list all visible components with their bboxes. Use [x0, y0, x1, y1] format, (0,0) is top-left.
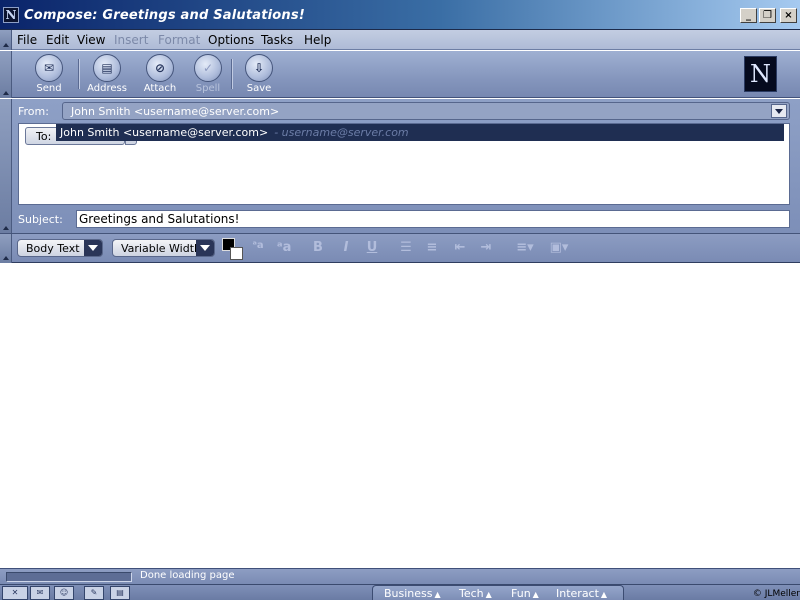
decrease-font-icon[interactable]: ᵃa	[248, 240, 268, 258]
address-panel: From: John Smith <username@server.com> T…	[0, 99, 800, 233]
from-dropdown-option[interactable]: John Smith <username@server.com> - userna…	[56, 124, 784, 141]
tab-fun[interactable]: Fun ▲	[511, 587, 539, 600]
menubar-grip-icon[interactable]	[0, 30, 12, 50]
tab-tech[interactable]: Tech ▲	[459, 587, 492, 600]
align-icon[interactable]: ≡▾	[512, 240, 538, 258]
attach-label: Attach	[143, 83, 177, 94]
numbered-list-icon[interactable]: ≡	[422, 240, 442, 258]
bold-icon[interactable]: B	[308, 240, 328, 258]
message-body-editor[interactable]	[0, 264, 800, 568]
window-title: Compose: Greetings and Salutations!	[24, 8, 305, 23]
tab-tech-label: Tech	[459, 587, 484, 600]
spellcheck-icon: ✓	[194, 54, 222, 82]
menu-help[interactable]: Help	[304, 33, 331, 47]
address-grip-icon[interactable]	[0, 99, 12, 233]
spell-button[interactable]: ✓ Spell	[181, 53, 235, 97]
chevron-up-icon: ▲	[600, 590, 608, 599]
dropdown-option-text: John Smith <username@server.com>	[60, 126, 269, 139]
tab-fun-label: Fun	[511, 587, 531, 600]
paperclip-icon: ⊘	[146, 54, 174, 82]
address-label: Address	[87, 83, 127, 94]
underline-icon[interactable]: U	[362, 240, 382, 258]
tab-business[interactable]: Business ▲	[384, 587, 441, 600]
menu-options[interactable]: Options	[208, 33, 254, 47]
chevron-down-icon[interactable]	[84, 240, 102, 256]
toolbar-grip-icon[interactable]	[0, 51, 12, 98]
send-label: Send	[36, 83, 62, 94]
title-bar[interactable]: N Compose: Greetings and Salutations! _ …	[0, 0, 800, 30]
paragraph-style-select[interactable]: Body Text	[17, 239, 103, 257]
chevron-down-icon[interactable]	[196, 240, 214, 256]
send-icon: ✉	[35, 54, 63, 82]
my-sidebar-tabs: Business ▲ Tech ▲ Fun ▲ Interact ▲	[372, 585, 624, 600]
paragraph-style-value: Body Text	[26, 242, 80, 255]
to-label: To:	[36, 130, 52, 143]
subject-input[interactable]: Greetings and Salutations!	[76, 210, 790, 228]
navigator-icon[interactable]: ✕	[2, 586, 28, 600]
format-grip-icon[interactable]	[0, 234, 12, 263]
save-button[interactable]: ⇩ Save	[232, 53, 286, 97]
menu-bar: File Edit View Insert Format Options Tas…	[0, 30, 800, 50]
spell-label: Spell	[195, 83, 221, 94]
menu-file[interactable]: File	[17, 33, 37, 47]
restore-button[interactable]: ❐	[759, 8, 776, 23]
chevron-down-icon[interactable]	[771, 104, 787, 118]
font-select[interactable]: Variable Width	[112, 239, 215, 257]
save-icon: ⇩	[245, 54, 273, 82]
menu-format[interactable]: Format	[158, 33, 200, 47]
increase-font-icon[interactable]: ᵃa	[274, 240, 294, 258]
tab-interact-label: Interact	[556, 587, 599, 600]
progress-bar	[6, 572, 132, 582]
status-text: Done loading page	[140, 570, 235, 581]
background-color-swatch	[230, 247, 243, 260]
minimize-button[interactable]: _	[740, 8, 757, 23]
copyright-text: © JLMeller	[752, 589, 800, 599]
subject-label: Subject:	[18, 213, 63, 226]
italic-icon[interactable]: I	[336, 240, 356, 258]
address-book-icon[interactable]: ▤	[110, 586, 130, 600]
mail-icon[interactable]: ✉	[30, 586, 50, 600]
main-toolbar: ✉ Send ▤ Address ⊘ Attach ✓ Spell ⇩ Save…	[0, 51, 800, 98]
menu-insert[interactable]: Insert	[114, 33, 148, 47]
menu-view[interactable]: View	[77, 33, 105, 47]
format-toolbar: Body Text Variable Width ᵃa ᵃa B I U ☰ ≡…	[0, 233, 800, 263]
menu-edit[interactable]: Edit	[46, 33, 69, 47]
font-value: Variable Width	[121, 242, 201, 255]
dropdown-option-hint: - username@server.com	[274, 126, 409, 139]
status-bar: Done loading page	[0, 568, 800, 584]
attach-button[interactable]: ⊘ Attach	[133, 53, 187, 97]
component-bar: ✕ ✉ ☺ ✎ ▤ Business ▲ Tech ▲ Fun ▲ Interact ▲…	[0, 584, 800, 600]
instant-messenger-icon[interactable]: ☺	[54, 586, 74, 600]
bullet-list-icon[interactable]: ☰	[396, 240, 416, 258]
menu-tasks[interactable]: Tasks	[261, 33, 293, 47]
text-color-picker[interactable]	[222, 238, 244, 260]
save-label: Save	[246, 83, 272, 94]
chevron-up-icon: ▲	[532, 590, 539, 599]
insert-object-icon[interactable]: ▣▾	[546, 240, 572, 258]
netscape-logo[interactable]: N	[744, 56, 777, 92]
from-select[interactable]: John Smith <username@server.com>	[62, 102, 790, 120]
composer-icon[interactable]: ✎	[84, 586, 104, 600]
chevron-up-icon: ▲	[485, 590, 492, 599]
netscape-app-icon[interactable]: N	[3, 7, 19, 23]
from-label: From:	[18, 105, 49, 118]
chevron-up-icon: ▲	[434, 590, 441, 599]
tab-business-label: Business	[384, 587, 433, 600]
indent-icon[interactable]: ⇥	[476, 240, 496, 258]
from-value: John Smith <username@server.com>	[71, 105, 280, 118]
address-book-icon: ▤	[93, 54, 121, 82]
outdent-icon[interactable]: ⇤	[450, 240, 470, 258]
tab-interact[interactable]: Interact ▲	[556, 587, 607, 600]
close-button[interactable]: ×	[780, 8, 797, 23]
send-button[interactable]: ✉ Send	[22, 53, 76, 97]
address-button[interactable]: ▤ Address	[80, 53, 134, 97]
